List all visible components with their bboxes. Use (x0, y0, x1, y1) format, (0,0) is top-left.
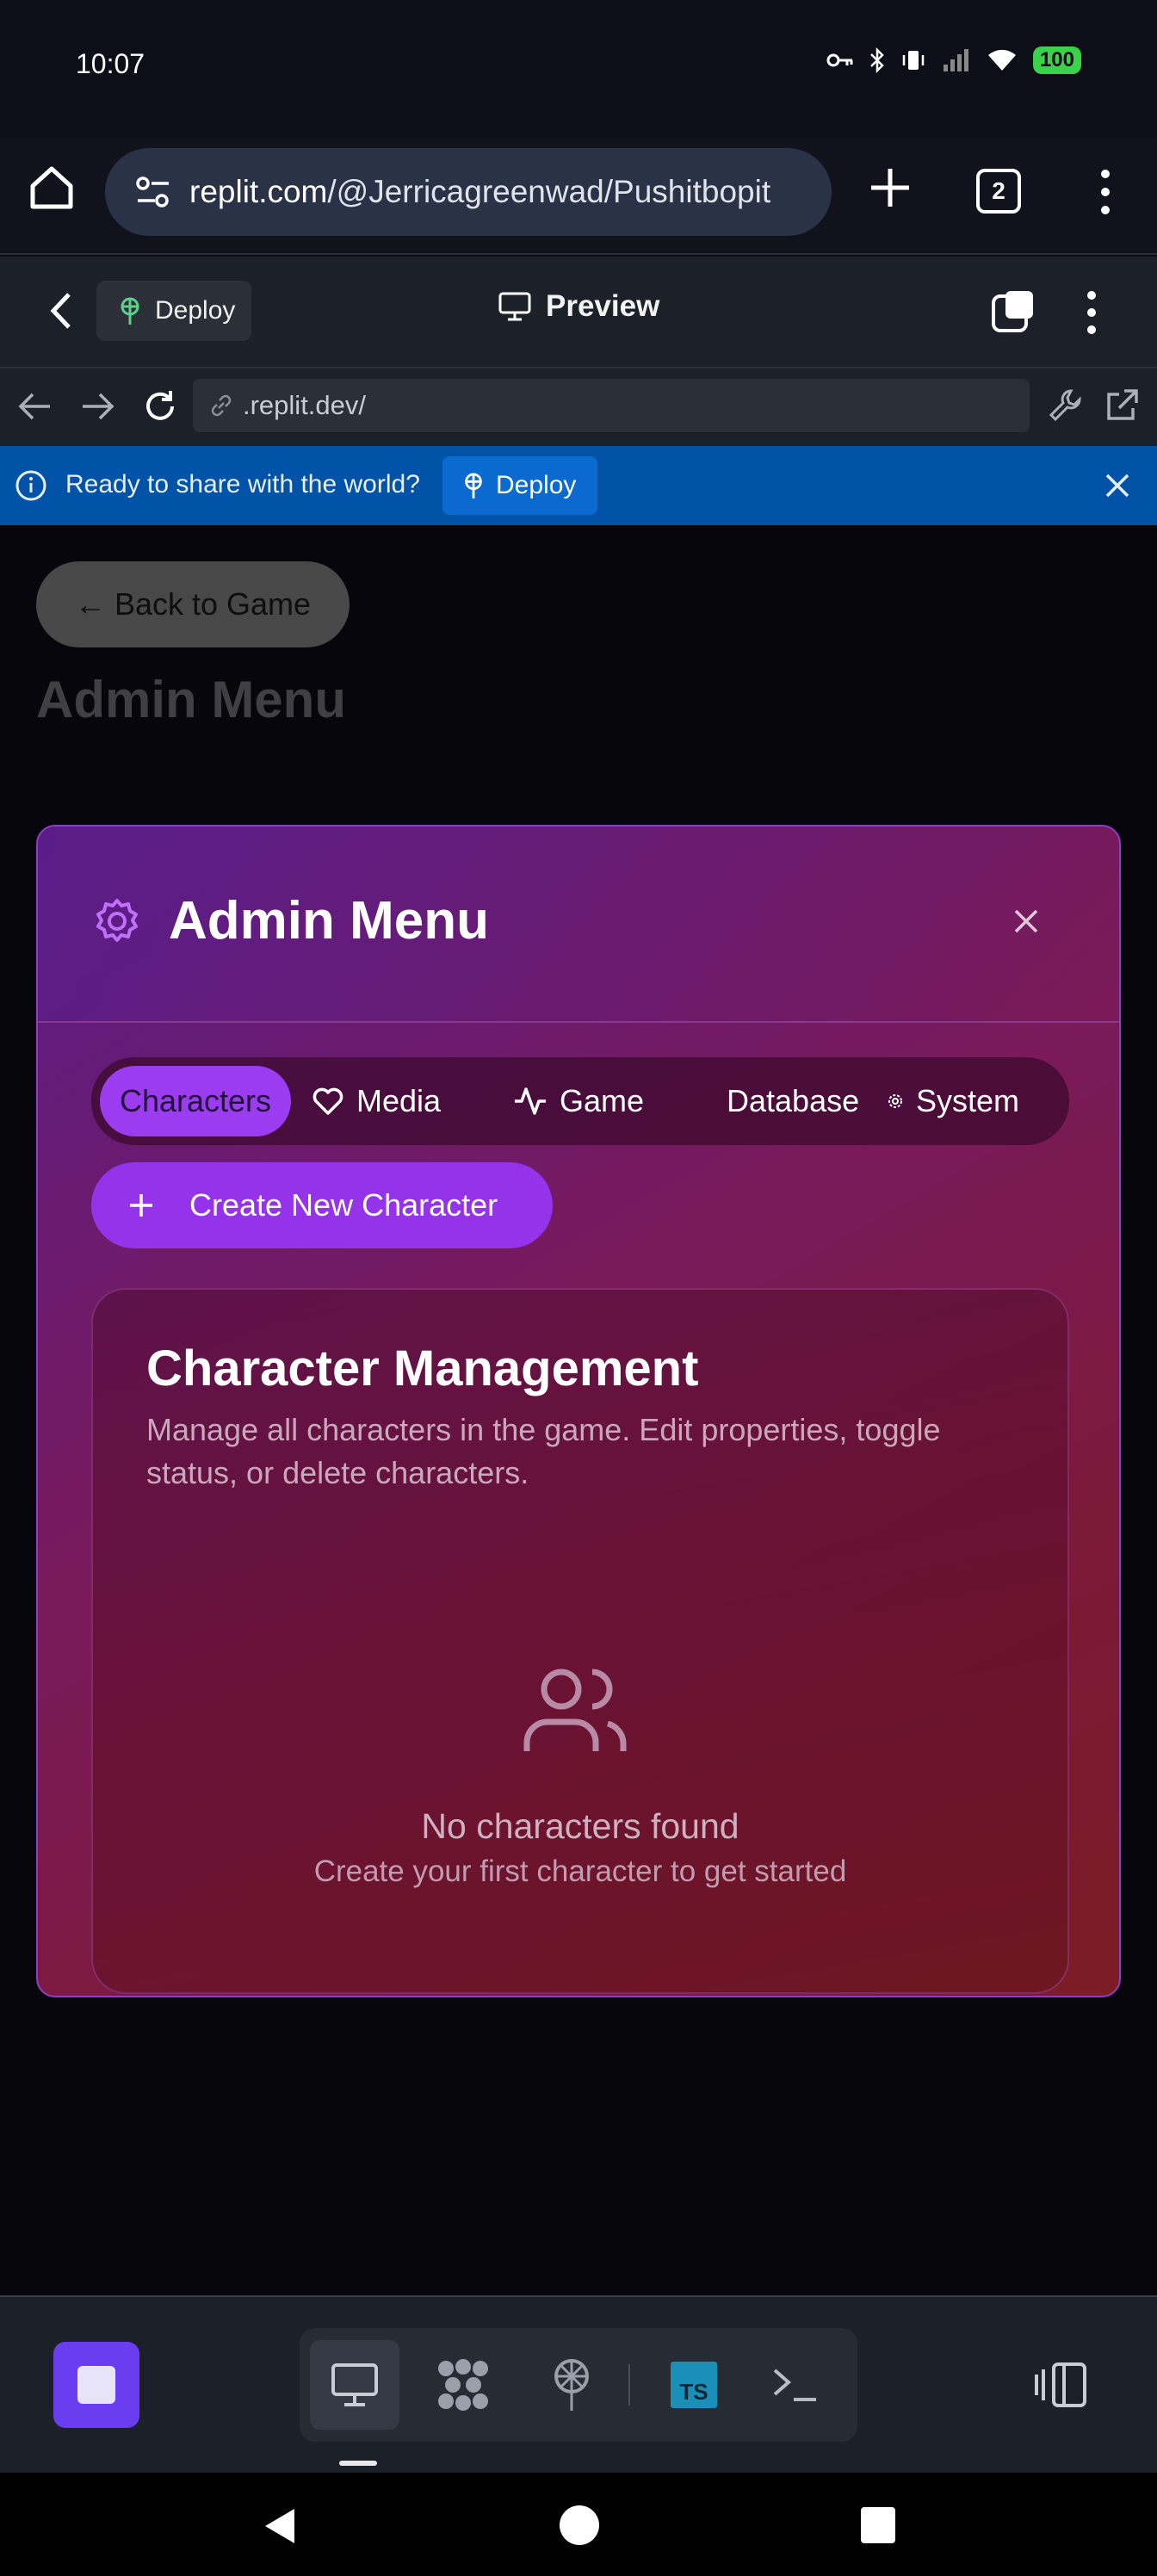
monitor-icon (498, 292, 531, 321)
arrow-right-icon[interactable] (79, 389, 115, 424)
tab-game[interactable]: Game (513, 1066, 644, 1136)
typescript-tool-button[interactable]: TS (649, 2340, 739, 2430)
shell-tool-button[interactable] (751, 2340, 840, 2430)
split-view-icon[interactable] (990, 288, 1038, 336)
browser-menu-icon[interactable] (1092, 167, 1119, 217)
signal-icon (943, 49, 968, 71)
modal-title: Admin Menu (169, 891, 489, 951)
preview-url-field[interactable]: .replit.dev/ (193, 379, 1030, 432)
url-text: replit.com/@Jerricagreenwad/Pushitbopit (189, 174, 770, 210)
empty-state-title: No characters found (421, 1806, 739, 1846)
deploy-button[interactable]: Deploy (96, 281, 251, 341)
nav-home-icon[interactable] (560, 2505, 599, 2545)
layout-toggle-icon[interactable] (1031, 2357, 1090, 2412)
bluetooth-icon (870, 47, 884, 73)
card-description: Manage all characters in the game. Edit … (146, 1412, 941, 1490)
tab-characters[interactable]: Characters (100, 1066, 291, 1136)
gear-icon (96, 899, 138, 942)
deploy-icon (121, 297, 139, 325)
admin-menu-modal: Admin Menu Characters Media Game Databas… (36, 825, 1121, 1997)
ts-label: TS (679, 2379, 708, 2405)
empty-state-subtitle: Create your first character to get start… (313, 1855, 847, 1888)
activity-icon (515, 1087, 546, 1115)
card-title: Character Management (146, 1341, 699, 1396)
active-tool-indicator (339, 2461, 377, 2466)
close-icon[interactable] (1104, 472, 1131, 499)
deploy-icon (465, 473, 482, 498)
banner-deploy-label: Deploy (496, 471, 577, 499)
link-icon (211, 394, 232, 417)
plus-icon (130, 1194, 152, 1217)
tab-label: Characters (119, 1083, 272, 1118)
tab-label: Media (356, 1083, 442, 1118)
tab-label: Game (560, 1083, 645, 1118)
tab-database[interactable]: Database (727, 1066, 859, 1136)
stop-button[interactable] (53, 2342, 139, 2428)
url-host: replit.com (189, 174, 328, 209)
preview-url: .replit.dev/ (243, 390, 367, 420)
tab-media[interactable]: Media (312, 1066, 441, 1136)
toolbar-divider (628, 2364, 630, 2406)
create-character-label: Create New Character (189, 1187, 498, 1223)
external-link-icon[interactable] (1104, 387, 1140, 424)
heart-icon (312, 1087, 343, 1115)
battery-icon: 100 (1032, 46, 1081, 74)
back-to-game-button[interactable]: ← Back to Game (36, 561, 350, 647)
more-options-icon[interactable] (1080, 289, 1104, 336)
tab-system[interactable]: System (887, 1066, 1019, 1136)
chevron-left-icon[interactable] (45, 291, 79, 331)
key-icon (826, 53, 853, 67)
deployments-tool-button[interactable] (527, 2340, 616, 2430)
users-icon (523, 1669, 627, 1751)
typescript-icon: TS (671, 2362, 717, 2408)
page-title: Admin Menu (36, 671, 346, 728)
preview-label: Preview (546, 289, 660, 323)
tab-switcher-button[interactable]: 2 (976, 169, 1021, 214)
url-path: /@Jerricagreenwad/Pushitbopit (327, 174, 771, 209)
new-tab-icon[interactable] (866, 164, 914, 212)
nav-back-icon[interactable] (260, 2505, 298, 2547)
arrow-left-icon[interactable] (17, 389, 53, 424)
status-icons: 100 (826, 46, 1081, 74)
tab-label: System (916, 1083, 1020, 1118)
site-settings-icon[interactable] (134, 175, 172, 209)
gear-icon (888, 1094, 902, 1108)
wifi-icon (987, 49, 1016, 71)
terminal-icon (773, 2369, 816, 2401)
wrench-icon[interactable] (1047, 387, 1083, 424)
banner-deploy-button[interactable]: Deploy (442, 456, 597, 515)
preview-tab-title: Preview (498, 289, 659, 324)
reload-icon[interactable] (141, 387, 179, 425)
create-character-button[interactable]: Create New Character (91, 1162, 553, 1248)
banner-message: Ready to share with the world? (65, 470, 420, 498)
admin-tabs: Characters Media Game Database System (91, 1057, 1069, 1145)
monitor-icon (331, 2363, 378, 2406)
preview-tool-button[interactable] (310, 2340, 399, 2430)
extensions-tool-button[interactable] (418, 2340, 508, 2430)
deploy-icon (554, 2359, 589, 2411)
url-bar[interactable]: replit.com/@Jerricagreenwad/Pushitbopit (105, 148, 832, 236)
close-icon[interactable] (1011, 906, 1042, 937)
tool-group: TS (300, 2328, 857, 2442)
extensions-icon (438, 2359, 488, 2411)
nav-recents-icon[interactable] (861, 2507, 895, 2543)
info-icon (15, 470, 46, 501)
stop-icon (77, 2366, 115, 2404)
deploy-label: Deploy (155, 296, 236, 325)
vibrate-icon (902, 51, 925, 70)
character-management-card: Character Management Manage all characte… (91, 1288, 1069, 1994)
status-time: 10:07 (76, 48, 145, 79)
home-icon[interactable] (24, 160, 79, 215)
tab-label: Database (727, 1083, 860, 1118)
